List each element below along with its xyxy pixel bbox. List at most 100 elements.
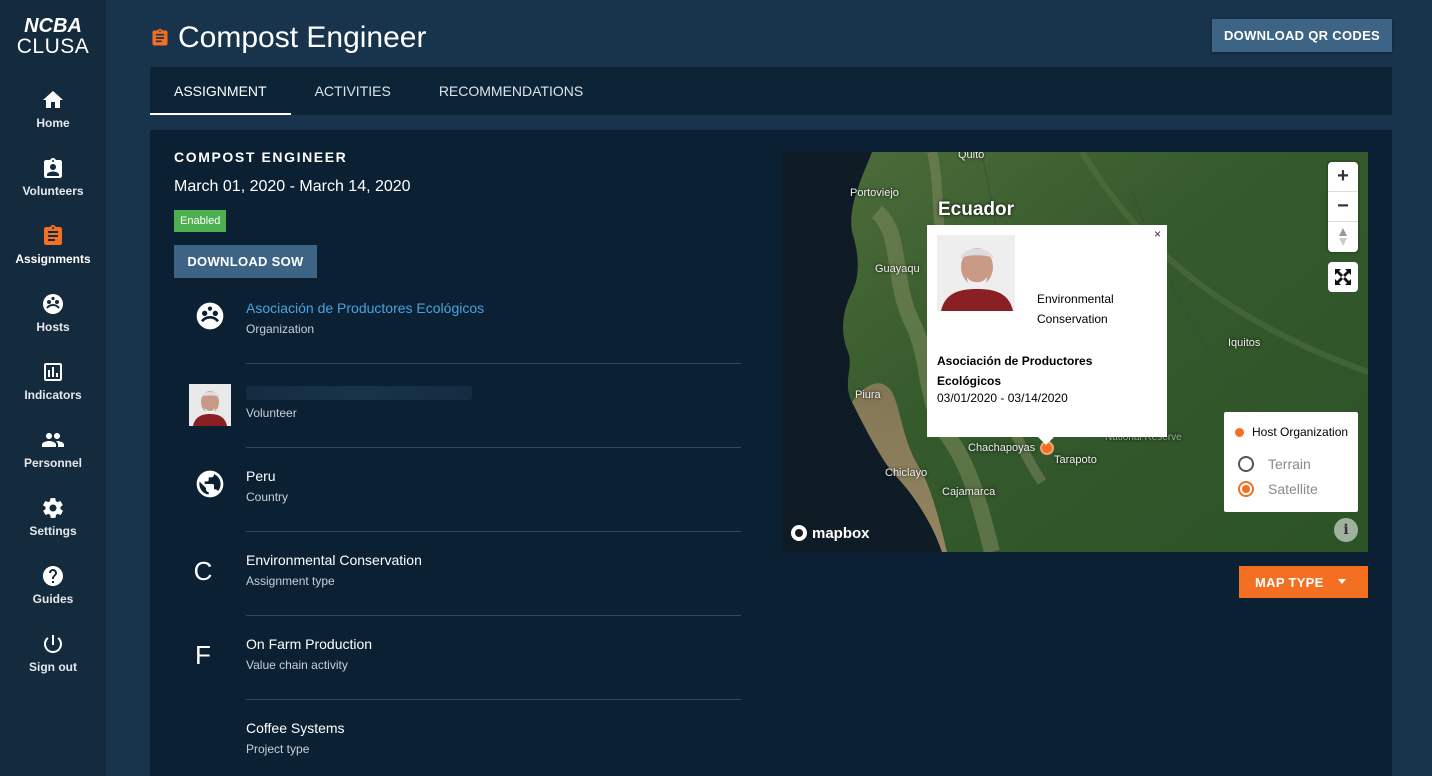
legend-host-organization: Host Organization <box>1252 425 1349 439</box>
organization-icon <box>196 302 224 330</box>
sidebar-item-settings[interactable]: Settings <box>0 496 106 556</box>
detail-row-organization: Asociación de Productores Ecológicos Org… <box>174 280 741 364</box>
country-value: Peru <box>246 468 276 484</box>
map-type-label: MAP TYPE <box>1255 574 1324 590</box>
zoom-controls: + − <box>1328 162 1358 252</box>
organization-link[interactable]: Asociación de Productores Ecológicos <box>246 300 484 316</box>
satellite-map[interactable]: Ecuador Quito Portoviejo Guayaqu Iquitos… <box>782 152 1368 552</box>
home-icon <box>43 91 63 108</box>
popup-organization: Asociación de Productores Ecológicos <box>937 354 1093 388</box>
clipboard-icon <box>44 225 62 245</box>
map-info-button[interactable]: i <box>1334 518 1358 542</box>
sidebar-item-sign-out[interactable]: Sign out <box>0 632 106 692</box>
people-icon <box>42 433 64 447</box>
sidebar-item-assignments[interactable]: Assignments <box>0 224 106 284</box>
host-organization-dot <box>1235 428 1244 437</box>
detail-row-country: Peru Country <box>174 448 741 532</box>
zoom-out-button[interactable]: − <box>1328 192 1358 222</box>
organization-caption: Organization <box>246 322 315 336</box>
assignment-date-range: March 01, 2020 - March 14, 2020 <box>174 178 411 195</box>
map-popup: × Environmental Conservation Asociación … <box>927 225 1167 445</box>
detail-row-project-type: Coffee Systems Project type <box>174 700 741 776</box>
popup-volunteer-photo <box>937 235 1015 311</box>
map-label-piura: Piura <box>855 389 881 401</box>
chevron-down-icon <box>1338 579 1346 584</box>
mapbox-label: mapbox <box>812 524 870 542</box>
hosts-icon <box>43 294 63 314</box>
sidebar-item-label: Personnel <box>23 456 83 470</box>
terrain-radio[interactable] <box>1238 456 1254 472</box>
status-badge: Enabled <box>174 210 227 232</box>
map-label-guayaquil: Guayaqu <box>875 263 920 275</box>
map-label-portoviejo: Portoviejo <box>850 187 899 199</box>
map-label-cajamarca: Cajamarca <box>942 486 996 498</box>
download-sow-button[interactable]: DOWNLOAD SOW <box>174 245 317 278</box>
assignment-type-caption: Assignment type <box>246 574 335 588</box>
assignment-type-value: Environmental Conservation <box>246 552 422 568</box>
mapbox-attribution[interactable]: mapbox <box>790 524 870 542</box>
popup-close-button[interactable]: × <box>1154 227 1161 241</box>
volunteer-photo <box>937 235 1015 311</box>
download-qr-codes-button[interactable]: DOWNLOAD QR CODES <box>1212 19 1392 52</box>
globe-icon <box>196 470 224 498</box>
assignment-type-letter: C <box>193 556 213 586</box>
popup-dates: 03/01/2020 - 03/14/2020 <box>937 391 1068 405</box>
map-label-tarapoto: Tarapoto <box>1054 454 1097 466</box>
project-type-caption: Project type <box>246 742 310 756</box>
country-caption: Country <box>246 490 289 504</box>
tab-recommendations[interactable]: RECOMMENDATIONS <box>415 67 607 115</box>
badge-icon <box>44 158 62 178</box>
sidebar-item-label: Hosts <box>36 320 70 334</box>
brand-line2: CLUSA <box>16 35 90 58</box>
value-chain-value: On Farm Production <box>246 636 373 652</box>
map-label-quito: Quito <box>958 152 985 161</box>
sidebar-item-guides[interactable]: Guides <box>0 564 106 624</box>
chart-icon <box>44 363 62 381</box>
sidebar-item-label: Volunteers <box>22 184 84 198</box>
avatar <box>189 384 231 426</box>
detail-row-assignment-type: C Environmental Conservation Assignment … <box>174 532 741 616</box>
zoom-in-button[interactable]: + <box>1328 162 1358 192</box>
mapbox-icon <box>791 525 807 541</box>
satellite-label[interactable]: Satellite <box>1268 481 1318 497</box>
sidebar-item-label: Settings <box>29 524 77 538</box>
compass-icon <box>1339 228 1347 246</box>
tab-activities[interactable]: ACTIVITIES <box>291 67 415 115</box>
gear-icon <box>43 498 63 518</box>
assignment-heading: COMPOST ENGINEER <box>174 149 348 165</box>
map-legend: Host Organization Terrain Satellite <box>1224 412 1358 512</box>
sidebar-item-home[interactable]: Home <box>0 88 106 148</box>
clipboard-icon <box>152 28 168 46</box>
app-root: NCBA CLUSA Home Volunteers Assignments H… <box>0 0 1432 776</box>
brand-line1: NCBA <box>24 15 82 37</box>
tab-assignment[interactable]: ASSIGNMENT <box>150 67 291 115</box>
fullscreen-icon <box>1335 269 1351 285</box>
power-icon <box>44 635 62 653</box>
detail-row-value-chain: F On Farm Production Value chain activit… <box>174 616 741 700</box>
value-chain-letter: F <box>195 640 211 670</box>
map-label-iquitos: Iquitos <box>1228 337 1261 349</box>
sidebar-item-label: Guides <box>32 592 74 606</box>
volunteer-caption: Volunteer <box>246 406 297 420</box>
sidebar-item-label: Assignments <box>15 252 91 266</box>
sidebar-item-label: Indicators <box>24 388 82 402</box>
sidebar-item-indicators[interactable]: Indicators <box>0 360 106 420</box>
fullscreen-button[interactable] <box>1328 262 1358 292</box>
page-title: Compost Engineer <box>178 21 427 54</box>
compass-button[interactable] <box>1328 222 1358 252</box>
brand-logo[interactable]: NCBA CLUSA <box>0 16 106 58</box>
project-type-value: Coffee Systems <box>246 720 345 736</box>
map-label-chachapoyas: Chachapoyas <box>968 442 1036 454</box>
terrain-label[interactable]: Terrain <box>1268 456 1311 472</box>
sidebar-item-personnel[interactable]: Personnel <box>0 428 106 488</box>
detail-row-volunteer: Volunteer <box>174 364 741 448</box>
sidebar-item-volunteers[interactable]: Volunteers <box>0 156 106 216</box>
value-chain-caption: Value chain activity <box>246 658 348 672</box>
sidebar-item-hosts[interactable]: Hosts <box>0 292 106 352</box>
map-label-chiclayo: Chiclayo <box>885 467 928 479</box>
sidebar-item-label: Home <box>36 116 70 130</box>
map-label-ecuador: Ecuador <box>938 199 1015 220</box>
satellite-radio[interactable] <box>1238 481 1254 497</box>
page-header: Compost Engineer <box>150 18 426 58</box>
map-type-button[interactable]: MAP TYPE <box>1239 566 1368 598</box>
